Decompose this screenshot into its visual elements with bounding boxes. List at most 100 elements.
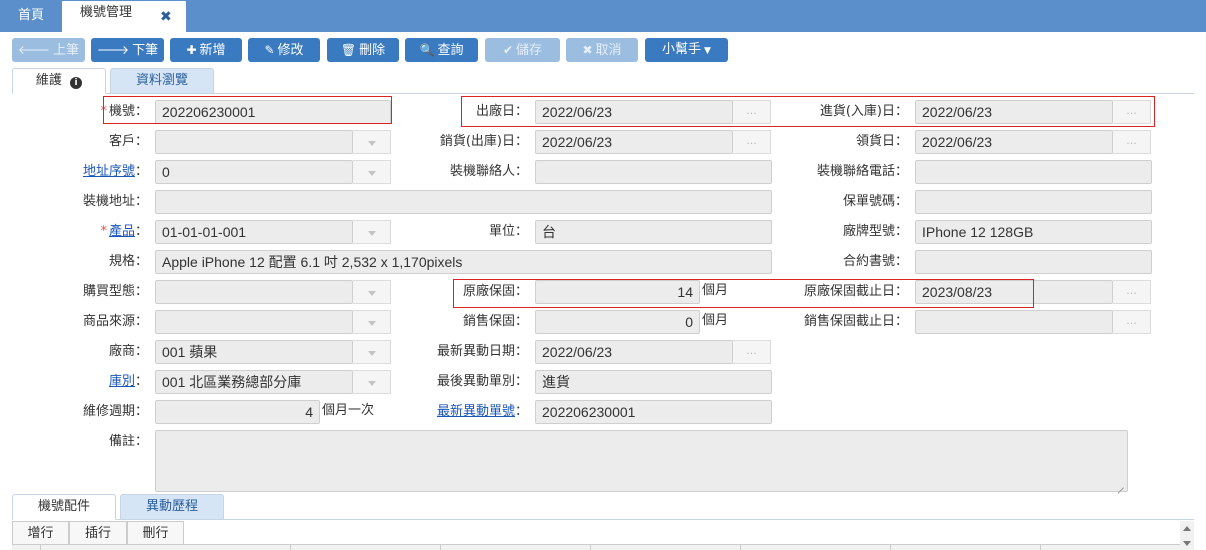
- maint-cycle-label: 維修週期：: [82, 404, 148, 419]
- addr-seq-select[interactable]: 0: [155, 160, 353, 184]
- grid-header: [12, 544, 1180, 550]
- product-source-select[interactable]: [155, 310, 353, 334]
- x-icon: ✖: [582, 43, 593, 57]
- add-button[interactable]: ✚ 新增: [170, 38, 242, 62]
- chevron-down-icon[interactable]: [353, 310, 391, 334]
- machine-no-field[interactable]: 202206230001: [155, 100, 391, 124]
- tab-machine-management[interactable]: 機號管理 ✖: [62, 0, 186, 32]
- query-button[interactable]: 🔍 查詢: [405, 38, 478, 62]
- delete-row-button[interactable]: 刪行: [127, 521, 184, 545]
- grid-column-divider: [40, 544, 41, 550]
- sales-warranty-end-picker-button[interactable]: ...: [1113, 310, 1151, 334]
- arrow-right-icon: 🡒: [96, 43, 130, 57]
- install-phone-field[interactable]: [915, 160, 1152, 184]
- purchase-type-label: 購買型態：: [82, 284, 148, 299]
- next-record-button[interactable]: 🡒 下筆: [91, 38, 164, 62]
- add-row-button[interactable]: 增行: [12, 521, 69, 545]
- latest-change-date-field[interactable]: 2022/06/23: [535, 340, 733, 364]
- delete-button[interactable]: 🗑 刪除: [327, 38, 399, 62]
- close-icon[interactable]: ✖: [160, 1, 172, 33]
- scroll-up-icon[interactable]: [1183, 526, 1191, 531]
- install-addr-label: 裝機地址：: [82, 194, 148, 209]
- latest-change-no-field[interactable]: 202206230001: [535, 400, 772, 424]
- last-change-type-field[interactable]: 進貨: [535, 370, 772, 394]
- factory-warranty-end-label: 原廠保固截止日：: [803, 284, 908, 299]
- warranty-no-field[interactable]: [915, 190, 1152, 214]
- sales-date-picker-button[interactable]: ...: [733, 130, 771, 154]
- grid-scrollbar[interactable]: [1180, 521, 1194, 550]
- info-icon: i: [70, 77, 83, 89]
- factory-warranty-unit: 個月: [702, 283, 729, 298]
- prev-record-button[interactable]: 🡐 上筆: [12, 38, 85, 62]
- maint-cycle-field[interactable]: 4: [155, 400, 320, 424]
- cancel-button[interactable]: ✖ 取消: [566, 38, 638, 62]
- install-addr-field[interactable]: [155, 190, 772, 214]
- warehouse-select[interactable]: 001 北區業務總部分庫: [155, 370, 353, 394]
- contract-no-field[interactable]: [915, 250, 1152, 274]
- factory-warranty-label: 原廠保固：: [462, 284, 528, 299]
- tab-change-history[interactable]: 異動歷程: [120, 494, 224, 520]
- vendor-select[interactable]: 001 蘋果: [155, 340, 353, 364]
- top-tab-bar: 首頁 機號管理 ✖: [0, 0, 1206, 32]
- ship-date-field[interactable]: 2022/06/23: [535, 100, 733, 124]
- warehouse-label: 庫別：: [108, 374, 148, 389]
- grid-column-divider: [440, 544, 441, 550]
- tab-data-browse[interactable]: 資料瀏覽: [110, 68, 214, 94]
- customer-select[interactable]: [155, 130, 353, 154]
- save-button[interactable]: ✔ 儲存: [485, 38, 560, 62]
- remark-label: 備註：: [108, 434, 148, 449]
- latest-change-date-picker-button[interactable]: ...: [733, 340, 771, 364]
- brand-model-field[interactable]: IPhone 12 128GB: [915, 220, 1152, 244]
- chevron-down-icon[interactable]: [353, 130, 391, 154]
- brand-model-label: 廠牌型號：: [842, 224, 908, 239]
- chevron-down-icon[interactable]: [353, 340, 391, 364]
- tab-home[interactable]: 首頁: [0, 0, 62, 32]
- install-contact-label: 裝機聯絡人：: [449, 164, 528, 179]
- purchase-type-select[interactable]: [155, 280, 353, 304]
- ship-date-picker-button[interactable]: ...: [733, 100, 771, 124]
- addr-seq-label: 地址序號：: [82, 164, 148, 179]
- sales-warranty-end-field[interactable]: [915, 310, 1113, 334]
- edit-button[interactable]: ✎ 修改: [248, 38, 320, 62]
- product-link[interactable]: 產品: [109, 224, 135, 239]
- sales-date-field[interactable]: 2022/06/23: [535, 130, 733, 154]
- addr-seq-link[interactable]: 地址序號: [83, 164, 135, 179]
- unit-label: 單位：: [488, 224, 528, 239]
- scroll-down-icon[interactable]: [1183, 541, 1191, 546]
- chevron-down-icon[interactable]: [353, 220, 391, 244]
- vendor-label: 廠商：: [108, 344, 148, 359]
- tab-machine-parts[interactable]: 機號配件: [12, 494, 116, 520]
- factory-warranty-end-picker-button[interactable]: ...: [1113, 280, 1151, 304]
- install-contact-field[interactable]: [535, 160, 772, 184]
- grid-column-divider: [1040, 544, 1041, 550]
- insert-row-button[interactable]: 插行: [69, 521, 127, 545]
- helper-dropdown-button[interactable]: 小幫手 ▼: [645, 38, 728, 62]
- plus-icon: ✚: [186, 43, 197, 57]
- product-select[interactable]: 01-01-01-001: [155, 220, 353, 244]
- spec-field[interactable]: Apple iPhone 12 配置 6.1 吋 2,532 x 1,170pi…: [155, 250, 772, 274]
- tab-maintain[interactable]: 維護 i: [12, 68, 106, 94]
- install-phone-label: 裝機聯絡電話：: [816, 164, 908, 179]
- factory-warranty-field[interactable]: 14: [535, 280, 700, 304]
- receive-date-field[interactable]: 2022/06/23: [915, 130, 1113, 154]
- sales-warranty-label: 銷售保固：: [462, 314, 528, 329]
- factory-warranty-end-field[interactable]: 2023/08/23: [915, 280, 1113, 304]
- sales-warranty-unit: 個月: [702, 313, 729, 328]
- stock-in-date-field[interactable]: 2022/06/23: [915, 100, 1113, 124]
- latest-change-no-link[interactable]: 最新異動單號: [437, 404, 515, 419]
- sales-warranty-end-label: 銷售保固截止日：: [803, 314, 908, 329]
- chevron-down-icon[interactable]: [353, 370, 391, 394]
- chevron-down-icon[interactable]: [353, 280, 391, 304]
- warehouse-link[interactable]: 庫別: [109, 374, 135, 389]
- latest-change-date-label: 最新異動日期：: [436, 344, 528, 359]
- sales-warranty-field[interactable]: 0: [535, 310, 700, 334]
- unit-field[interactable]: 台: [535, 220, 772, 244]
- resize-grip-icon[interactable]: [1117, 481, 1125, 489]
- receive-date-picker-button[interactable]: ...: [1113, 130, 1151, 154]
- sales-date-label: 銷貨(出庫)日：: [439, 134, 528, 149]
- search-icon: 🔍: [419, 43, 435, 57]
- check-icon: ✔: [502, 43, 514, 57]
- remark-textarea[interactable]: [155, 430, 1128, 492]
- chevron-down-icon[interactable]: [353, 160, 391, 184]
- stock-in-date-picker-button[interactable]: ...: [1113, 100, 1151, 124]
